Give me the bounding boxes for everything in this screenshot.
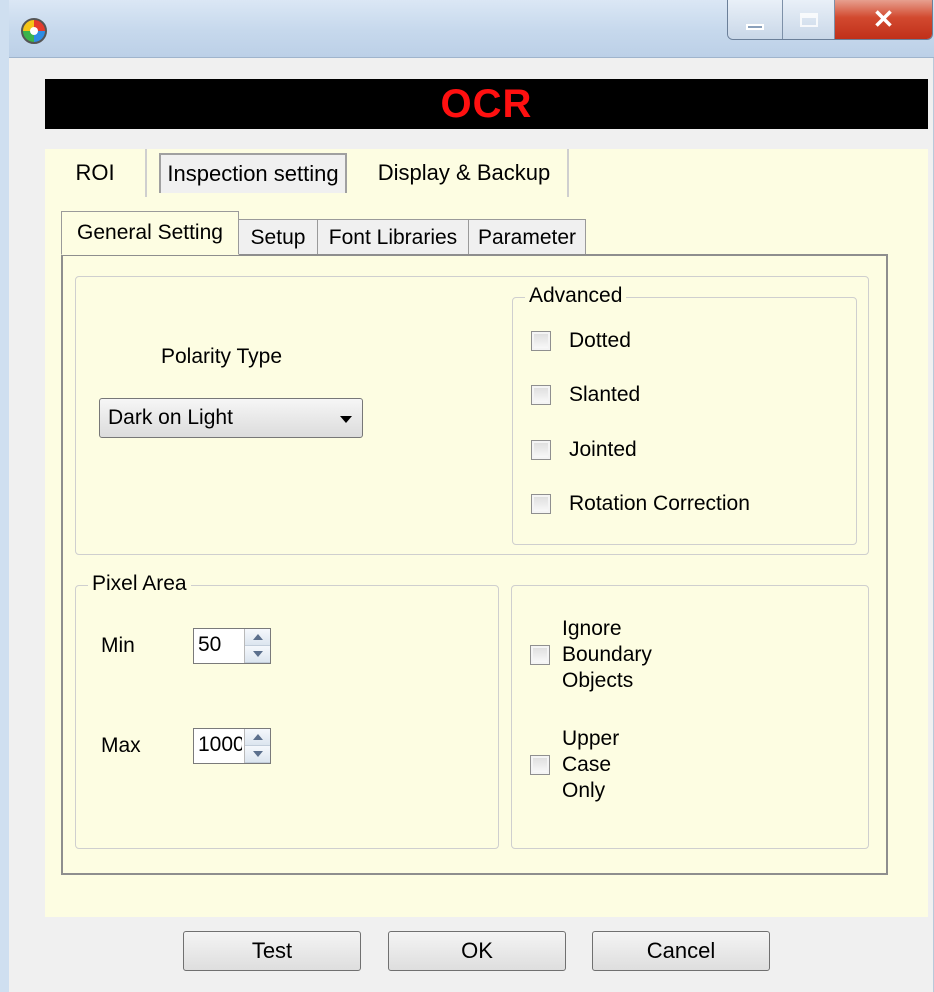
pixel-area-group: Pixel Area Min 50 Max 1000 — [75, 572, 499, 849]
polarity-advanced-group: Polarity Type Dark on Light Advanced Dot… — [75, 276, 869, 555]
max-label: Max — [101, 734, 141, 757]
upper-case-only-label: Upper Case Only — [562, 726, 619, 804]
inspection-setting-page: General Setting Setup Font Libraries Par… — [45, 201, 928, 917]
rotation-correction-label: Rotation Correction — [569, 492, 750, 515]
jointed-checkbox[interactable] — [531, 440, 551, 460]
pixel-area-title: Pixel Area — [88, 572, 191, 596]
arrow-down-icon — [252, 751, 263, 757]
checkbox-dotted[interactable]: Dotted — [531, 328, 631, 354]
arrow-up-icon — [252, 634, 263, 640]
inner-tab-strip: General Setting Setup Font Libraries Par… — [61, 211, 661, 255]
general-setting-panel: Polarity Type Dark on Light Advanced Dot… — [61, 254, 888, 875]
label-line: Ignore — [562, 617, 622, 640]
tab-font-libraries[interactable]: Font Libraries — [317, 219, 469, 255]
arrow-down-icon — [252, 651, 263, 657]
advanced-group: Advanced Dotted Slanted Jointed Rotation… — [512, 284, 857, 545]
upper-case-only-checkbox[interactable] — [530, 755, 550, 775]
close-button[interactable]: ✕ — [835, 0, 932, 39]
outer-tab-strip: ROI Inspection setting Display & Backup — [45, 149, 928, 205]
polarity-type-dropdown[interactable]: Dark on Light — [99, 398, 363, 438]
max-decrement-button[interactable] — [245, 746, 270, 763]
tab-general-setting[interactable]: General Setting — [61, 211, 239, 255]
outer-tab-control: ROI Inspection setting Display & Backup … — [45, 149, 928, 917]
tab-display-backup-label: Display & Backup — [377, 160, 551, 185]
title-bar[interactable]: ✕ — [9, 0, 934, 58]
dialog-client-area: OCR ROI Inspection setting Display & Bac… — [18, 59, 932, 992]
rotation-correction-checkbox[interactable] — [531, 494, 551, 514]
min-increment-button[interactable] — [245, 629, 270, 646]
max-spinner-buttons — [244, 729, 270, 763]
slanted-checkbox[interactable] — [531, 385, 551, 405]
tab-roi[interactable]: ROI — [45, 149, 147, 197]
arrow-up-icon — [252, 734, 263, 740]
polarity-type-label: Polarity Type — [161, 345, 283, 368]
tab-setup-label: Setup — [250, 225, 306, 249]
ok-button[interactable]: OK — [388, 931, 566, 971]
chevron-down-icon — [340, 416, 352, 423]
tab-parameter[interactable]: Parameter — [468, 219, 586, 255]
min-decrement-button[interactable] — [245, 646, 270, 663]
label-line: Boundary — [562, 643, 652, 666]
tab-parameter-label: Parameter — [477, 225, 577, 249]
object-options-group: Ignore Boundary Objects Upper Case Only — [511, 585, 869, 849]
minimize-button[interactable] — [728, 0, 783, 39]
cancel-button[interactable]: Cancel — [592, 931, 770, 971]
max-pixel-value[interactable]: 1000 — [198, 733, 242, 757]
min-pixel-value[interactable]: 50 — [198, 633, 242, 657]
min-label: Min — [101, 634, 135, 657]
maximize-icon — [799, 12, 818, 27]
checkbox-rotation-correction[interactable]: Rotation Correction — [531, 491, 750, 517]
test-button[interactable]: Test — [183, 931, 361, 971]
label-line: Objects — [562, 669, 634, 692]
checkbox-slanted[interactable]: Slanted — [531, 382, 640, 408]
ocr-dialog-window: ✕ OCR ROI Inspection setting Display & B… — [0, 0, 934, 992]
close-icon: ✕ — [872, 4, 895, 34]
tab-inspection-setting[interactable]: Inspection setting — [159, 153, 347, 193]
dotted-checkbox[interactable] — [531, 331, 551, 351]
app-icon — [21, 18, 47, 44]
advanced-group-title: Advanced — [525, 284, 627, 308]
tab-font-libraries-label: Font Libraries — [328, 225, 458, 249]
max-pixel-spinner[interactable]: 1000 — [193, 728, 271, 764]
max-increment-button[interactable] — [245, 729, 270, 746]
tab-display-backup[interactable]: Display & Backup — [361, 149, 569, 197]
ignore-boundary-objects-checkbox[interactable] — [530, 645, 550, 665]
tab-inspection-setting-label: Inspection setting — [167, 161, 339, 186]
checkbox-upper-case-only[interactable]: Upper Case Only — [530, 726, 619, 804]
slanted-label: Slanted — [569, 383, 641, 406]
ignore-boundary-objects-label: Ignore Boundary Objects — [562, 616, 652, 694]
dotted-label: Dotted — [569, 329, 631, 352]
window-controls: ✕ — [727, 0, 933, 40]
min-spinner-buttons — [244, 629, 270, 663]
tab-setup[interactable]: Setup — [238, 219, 318, 255]
ocr-banner: OCR — [45, 79, 928, 129]
label-line: Case — [562, 753, 612, 776]
checkbox-ignore-boundary-objects[interactable]: Ignore Boundary Objects — [530, 616, 652, 694]
minimize-icon — [746, 23, 764, 30]
checkbox-jointed[interactable]: Jointed — [531, 437, 637, 463]
tab-general-setting-label: General Setting — [77, 221, 223, 244]
label-line: Upper — [562, 727, 620, 750]
polarity-type-value: Dark on Light — [108, 406, 233, 429]
maximize-button[interactable] — [783, 0, 835, 39]
label-line: Only — [562, 779, 606, 802]
jointed-label: Jointed — [569, 438, 637, 461]
tab-roi-label: ROI — [75, 160, 115, 185]
min-pixel-spinner[interactable]: 50 — [193, 628, 271, 664]
